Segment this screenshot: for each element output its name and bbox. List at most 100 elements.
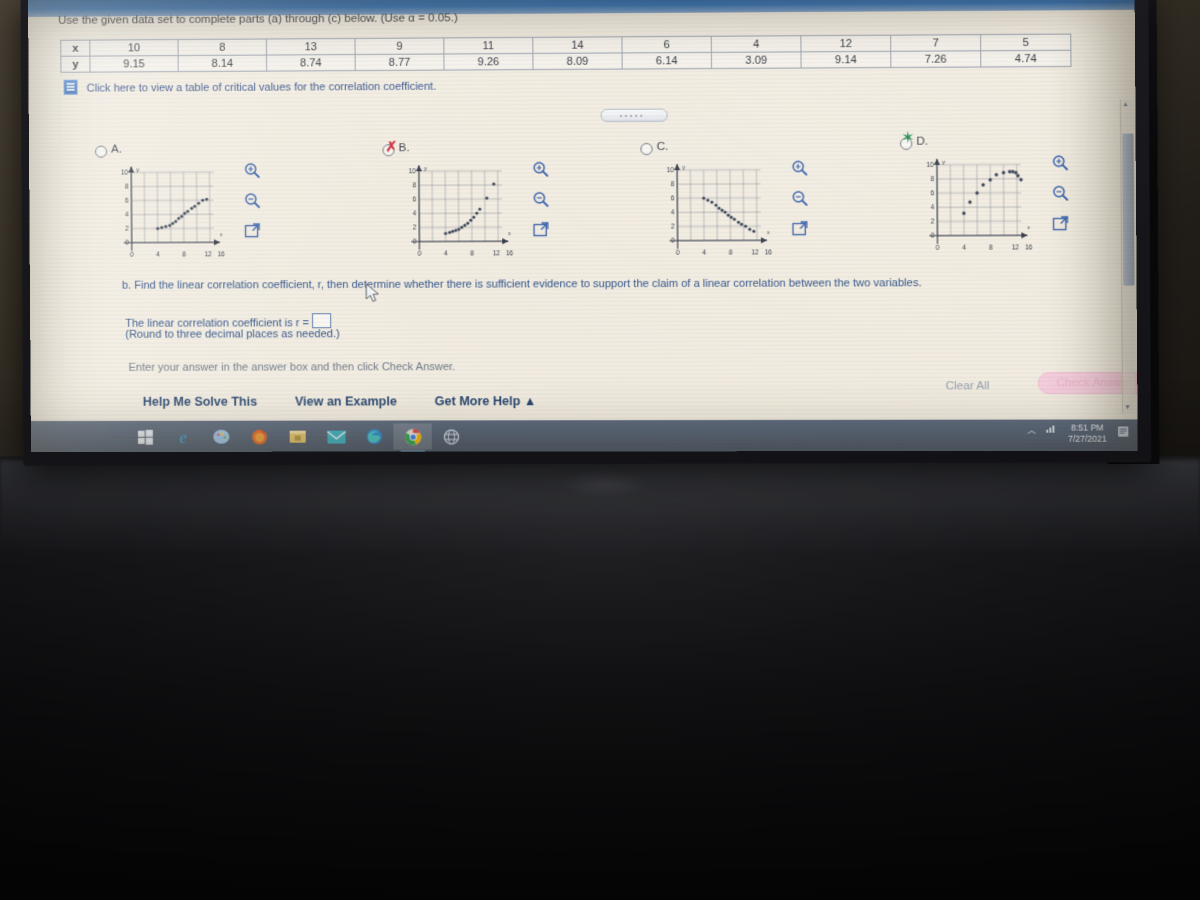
store-icon[interactable] xyxy=(279,424,317,450)
choice-option-b[interactable]: ✗ B. 10 8 6 4 2 0 0 4 8 12 16 x y xyxy=(382,138,644,279)
choice-d-tools[interactable] xyxy=(1052,154,1083,245)
choice-c-tools[interactable] xyxy=(791,159,822,250)
row-label-y: y xyxy=(60,56,91,73)
clear-all-button[interactable]: Clear All xyxy=(946,380,990,392)
cell-x-3: 9 xyxy=(355,37,444,55)
critical-values-book-icon[interactable] xyxy=(63,79,78,95)
svg-text:16: 16 xyxy=(506,250,514,257)
laptop-screen: Use the given data set to complete parts… xyxy=(28,0,1138,453)
network-icon[interactable] xyxy=(1045,424,1057,436)
zoom-in-icon[interactable] xyxy=(532,161,549,178)
row-label-x: x xyxy=(60,40,90,57)
svg-text:4: 4 xyxy=(962,245,966,252)
svg-text:4: 4 xyxy=(930,204,934,211)
svg-text:x: x xyxy=(220,232,223,238)
expand-icon[interactable] xyxy=(1052,215,1070,232)
scroll-up-arrow-icon[interactable]: ▲ xyxy=(1122,101,1129,108)
cell-y-5: 8.09 xyxy=(532,52,623,70)
zoom-in-icon[interactable] xyxy=(791,159,808,176)
choice-option-c[interactable]: C. 10 8 6 4 2 0 0 4 8 12 16 x y xyxy=(640,141,904,278)
zoom-out-icon[interactable] xyxy=(532,191,549,208)
answer-input[interactable] xyxy=(311,313,332,329)
chrome-icon[interactable] xyxy=(393,423,432,450)
cell-y-2: 8.74 xyxy=(266,54,356,72)
internet-explorer-icon[interactable]: e xyxy=(164,424,202,450)
radio-button-a[interactable] xyxy=(95,145,108,158)
svg-text:8: 8 xyxy=(125,184,129,191)
answer-instruction: Enter your answer in the answer box and … xyxy=(128,361,456,374)
svg-text:12: 12 xyxy=(751,249,759,256)
svg-text:8: 8 xyxy=(182,251,186,258)
chevron-up-icon[interactable]: ︿ xyxy=(1027,424,1036,436)
expand-icon[interactable] xyxy=(244,222,261,239)
choice-option-d[interactable]: ✶ D. 10 8 6 4 2 0 0 4 8 12 16 x y xyxy=(900,130,1138,273)
svg-text:2: 2 xyxy=(413,225,417,232)
svg-text:4: 4 xyxy=(702,250,706,257)
svg-text:2: 2 xyxy=(125,226,129,233)
laptop-photo: Use the given data set to complete parts… xyxy=(0,0,1200,900)
choice-b-tools[interactable] xyxy=(532,161,563,252)
scatter-plot-b-svg: 10 8 6 4 2 0 0 4 8 12 16 x y xyxy=(409,161,514,258)
svg-text:0: 0 xyxy=(413,239,417,246)
zoom-in-icon[interactable] xyxy=(244,162,261,179)
data-points-c xyxy=(702,196,756,233)
cell-x-5: 14 xyxy=(532,36,623,54)
svg-text:4: 4 xyxy=(444,251,448,258)
windows-start-icon[interactable] xyxy=(126,424,164,450)
drag-dots-icon xyxy=(619,114,622,117)
choice-option-a[interactable]: A. 10 8 6 4 2 0 0 4 8 12 16 x y xyxy=(95,143,355,279)
zoom-in-icon[interactable] xyxy=(1052,154,1070,171)
svg-text:0: 0 xyxy=(125,240,129,247)
svg-text:4: 4 xyxy=(413,210,417,217)
cell-y-10: 4.74 xyxy=(980,50,1071,68)
panel-drag-handle[interactable] xyxy=(600,108,668,123)
svg-text:x: x xyxy=(767,230,770,236)
taskbar-clock[interactable]: 8:51 PM 7/27/2021 xyxy=(1068,422,1107,444)
svg-text:16: 16 xyxy=(765,249,773,256)
cell-y-8: 9.14 xyxy=(800,51,891,69)
scatter-plot-a: 10 8 6 4 2 0 0 4 8 12 16 x y xyxy=(109,162,228,269)
cell-x-0: 10 xyxy=(89,39,179,57)
svg-text:x: x xyxy=(508,231,511,237)
cell-y-6: 6.14 xyxy=(622,52,712,70)
rounding-note: (Round to three decimal places as needed… xyxy=(125,328,340,341)
mail-icon[interactable] xyxy=(317,424,355,450)
taskbar-icon-list[interactable]: e xyxy=(126,423,470,450)
svg-text:0: 0 xyxy=(936,245,940,252)
zoom-out-icon[interactable] xyxy=(791,190,808,207)
help-actions-row[interactable]: Help Me Solve This View an Example Get M… xyxy=(143,394,571,409)
globe-icon[interactable] xyxy=(432,423,471,449)
expand-icon[interactable] xyxy=(532,221,549,238)
radio-button-c[interactable] xyxy=(640,142,653,156)
zoom-out-icon[interactable] xyxy=(244,192,261,209)
windows-taskbar[interactable]: e ︿ 8:51 PM 7/27/2021 xyxy=(30,419,1138,453)
paint-icon[interactable] xyxy=(202,424,240,450)
get-more-help-button[interactable]: Get More Help ▲ xyxy=(435,394,537,408)
expand-icon[interactable] xyxy=(791,220,808,237)
cell-y-1: 8.14 xyxy=(178,55,267,72)
notification-icon[interactable] xyxy=(1117,425,1131,438)
svg-text:0: 0 xyxy=(671,238,675,245)
system-tray[interactable]: ︿ xyxy=(1027,424,1057,436)
page-title: Use the given data set to complete parts… xyxy=(58,12,458,27)
choice-a-tools[interactable] xyxy=(244,162,275,252)
cell-x-7: 4 xyxy=(711,35,801,53)
scrollbar-thumb[interactable] xyxy=(1121,133,1135,286)
svg-text:16: 16 xyxy=(1025,244,1033,251)
zoom-out-icon[interactable] xyxy=(1052,185,1070,202)
svg-text:8: 8 xyxy=(989,245,993,252)
view-an-example-button[interactable]: View an Example xyxy=(295,394,397,408)
mathxl-problem-page: Use the given data set to complete parts… xyxy=(28,9,1138,422)
svg-text:y: y xyxy=(424,166,427,172)
cell-x-9: 7 xyxy=(890,34,981,52)
firefox-icon[interactable] xyxy=(240,424,278,450)
scroll-down-arrow-icon[interactable]: ▼ xyxy=(1124,404,1131,411)
mouse-cursor-icon xyxy=(365,283,381,305)
svg-text:8: 8 xyxy=(412,182,416,189)
edge-icon[interactable] xyxy=(355,423,393,449)
incorrect-x-icon: ✗ xyxy=(385,138,398,155)
critical-values-link[interactable]: Click here to view a table of critical v… xyxy=(87,81,437,95)
svg-text:y: y xyxy=(682,165,685,171)
scatter-plot-d: 10 8 6 4 2 0 0 4 8 12 16 x y xyxy=(914,154,1035,262)
help-me-solve-this-button[interactable]: Help Me Solve This xyxy=(143,395,257,409)
